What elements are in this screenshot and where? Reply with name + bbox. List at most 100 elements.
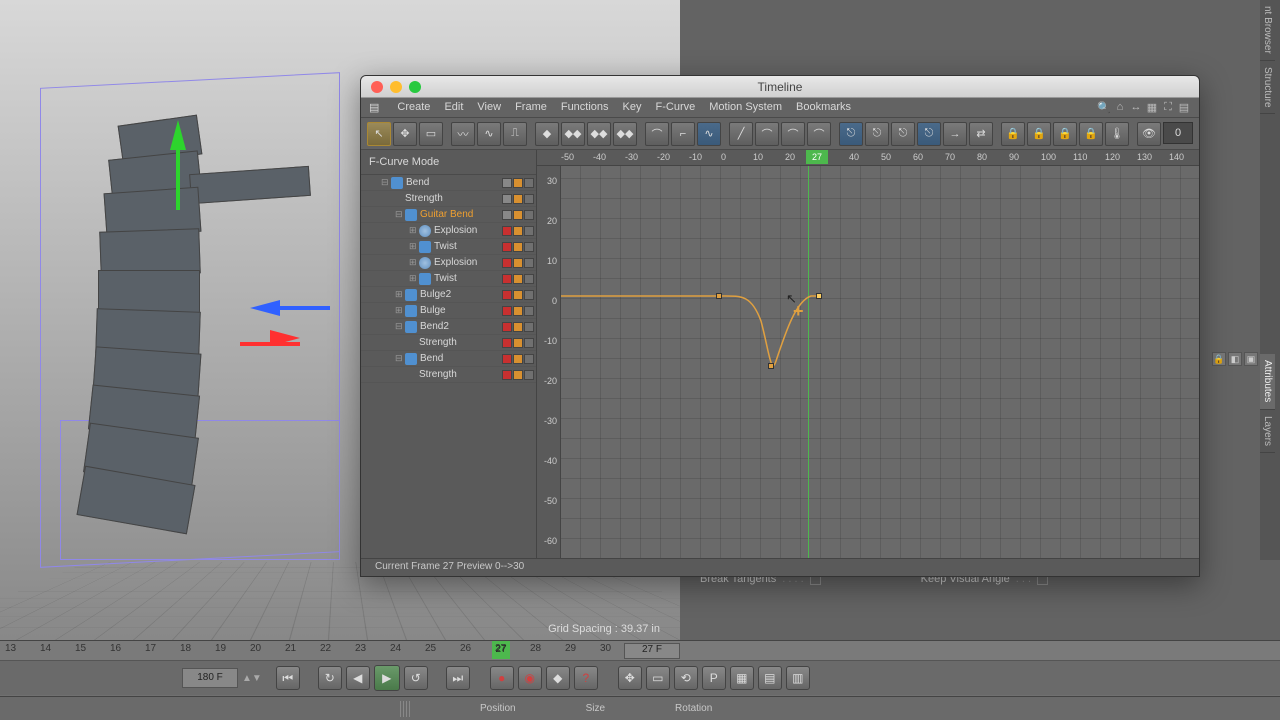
snap-b-icon[interactable]: ⎋ [865,122,889,146]
curve-tool-a-icon[interactable]: 〰 [451,122,475,146]
tree-item-guitar-bend[interactable]: ⊟Guitar Bend [361,207,536,223]
search-icon[interactable]: 🔍 [1097,101,1111,115]
menu-motion-system[interactable]: Motion System [709,101,782,114]
snap-c-icon[interactable]: ⎋ [891,122,915,146]
curve-tool-c-icon[interactable]: ⎍ [503,122,527,146]
menu-f-curve[interactable]: F-Curve [656,101,696,114]
key-multi-a-icon[interactable]: ◆◆ [561,122,585,146]
fcurve-graph[interactable]: -50-40-30-20-100102030405060708090100110… [537,150,1199,558]
mesh-object[interactable] [60,100,340,540]
opt-layer-icon[interactable]: ▤ [758,666,782,690]
grid-icon[interactable]: ▦ [1145,101,1159,115]
menu-bookmarks[interactable]: Bookmarks [796,101,851,114]
lock-icon[interactable]: 🔒 [1212,352,1226,366]
tab-layers[interactable]: Layers [1260,410,1275,453]
key-multi-c-icon[interactable]: ◆◆ [613,122,637,146]
tree-item-bulge2[interactable]: ⊞Bulge2 [361,287,536,303]
menu-key[interactable]: Key [623,101,642,114]
tree-item-strength[interactable]: Strength [361,335,536,351]
mode-scale-icon[interactable]: ▭ [419,122,443,146]
keyframe-button[interactable]: ◆ [546,666,570,690]
tree-item-bulge[interactable]: ⊞Bulge [361,303,536,319]
close-button[interactable] [371,81,383,93]
timeline-tree[interactable]: F-Curve Mode ⊟BendStrength⊟Guitar Bend⊞E… [361,150,537,558]
tree-item-bend[interactable]: ⊟Bend [361,175,536,191]
lock-a-icon[interactable]: 🔒 [1001,122,1025,146]
expand-icon[interactable]: ⛶ [1161,101,1175,115]
titlebar[interactable]: Timeline [361,76,1199,98]
step-back-button[interactable]: ↻ [318,666,342,690]
grip-icon[interactable] [400,701,410,717]
gizmo-y-axis[interactable] [170,120,186,150]
interp-a-icon[interactable]: ╱ [729,122,753,146]
tree-item-explosion[interactable]: ⊞Explosion [361,255,536,271]
opt-grid-icon[interactable]: ▦ [730,666,754,690]
curve-tool-b-icon[interactable]: ∿ [477,122,501,146]
lock-b-icon[interactable]: 🔒 [1027,122,1051,146]
current-frame-field[interactable]: 27 F [624,643,680,659]
snap-f-icon[interactable]: ⇄ [969,122,993,146]
interp-d-icon[interactable]: ⌒ [807,122,831,146]
view-eye-icon[interactable]: 👁 [1137,122,1161,146]
tree-item-strength[interactable]: Strength [361,367,536,383]
menu-frame[interactable]: Frame [515,101,547,114]
keyframe-1[interactable] [768,363,774,369]
tree-item-strength[interactable]: Strength [361,191,536,207]
keyframe-2[interactable] [816,293,822,299]
opt-move-icon[interactable]: ✥ [618,666,642,690]
snap-a-icon[interactable]: ⎋ [839,122,863,146]
interp-c-icon[interactable]: ⌒ [781,122,805,146]
key-options-button[interactable]: ? [574,666,598,690]
menu-edit[interactable]: Edit [444,101,463,114]
tree-item-twist[interactable]: ⊞Twist [361,271,536,287]
tab-structure[interactable]: Structure [1260,61,1275,115]
goto-end-button[interactable]: ⏭ [446,666,470,690]
keyframe-0[interactable] [716,293,722,299]
panel-icon-b[interactable]: ▣ [1244,352,1258,366]
gizmo-z-axis[interactable] [250,300,280,316]
step-forward-button[interactable]: ↺ [404,666,428,690]
menu-view[interactable]: View [477,101,501,114]
gizmo-x-axis[interactable] [270,330,300,346]
panel-icon-a[interactable]: ◧ [1228,352,1242,366]
key-multi-b-icon[interactable]: ◆◆ [587,122,611,146]
tree-item-explosion[interactable]: ⊞Explosion [361,223,536,239]
opt-param-icon[interactable]: P [702,666,726,690]
maximize-button[interactable] [409,81,421,93]
menu-create[interactable]: Create [397,101,430,114]
tree-item-twist[interactable]: ⊞Twist [361,239,536,255]
graph-ruler-y[interactable]: 3020100-10-20-30-40-50-60 [537,166,561,558]
graph-area[interactable]: 27 + ↖ [561,166,1199,558]
toolbar-number-field[interactable]: 0 [1163,122,1193,144]
home-icon[interactable]: ⌂ [1113,101,1127,115]
tangent-step-icon[interactable]: ⌐ [671,122,695,146]
opt-misc-icon[interactable]: ▥ [786,666,810,690]
tab-content-browser[interactable]: nt Browser [1260,0,1275,61]
snap-d-icon[interactable]: ⎋ [917,122,941,146]
autokey-button[interactable]: ◉ [518,666,542,690]
lock-d-icon[interactable]: 🔒 [1079,122,1103,146]
goto-start-button[interactable]: ⏮ [276,666,300,690]
tab-attributes[interactable]: Attributes [1260,354,1275,409]
settings-icon[interactable]: ▤ [1177,101,1191,115]
menu-functions[interactable]: Functions [561,101,609,114]
mode-select-icon[interactable]: ↖ [367,122,391,146]
graph-ruler-x[interactable]: -50-40-30-20-100102030405060708090100110… [537,150,1199,166]
tree-item-bend2[interactable]: ⊟Bend2 [361,319,536,335]
play-forward-button[interactable]: ▶ [374,665,400,691]
minimize-button[interactable] [390,81,402,93]
lock-e-icon[interactable]: 🌡 [1105,122,1129,146]
record-button[interactable]: ● [490,666,514,690]
end-frame-field[interactable]: 180 F [182,668,238,688]
tangent-spline-icon[interactable]: ∿ [697,122,721,146]
opt-rotate-icon[interactable]: ⟲ [674,666,698,690]
tree-item-bend[interactable]: ⊟Bend [361,351,536,367]
interp-b-icon[interactable]: ⌒ [755,122,779,146]
play-back-button[interactable]: ◀ [346,666,370,690]
snap-e-icon[interactable]: → [943,122,967,146]
opt-scale-icon[interactable]: ▭ [646,666,670,690]
mode-move-icon[interactable]: ✥ [393,122,417,146]
tangent-linear-icon[interactable]: ⌒ [645,122,669,146]
arrow-icon[interactable]: ↔ [1129,101,1143,115]
key-add-icon[interactable]: ◆ [535,122,559,146]
